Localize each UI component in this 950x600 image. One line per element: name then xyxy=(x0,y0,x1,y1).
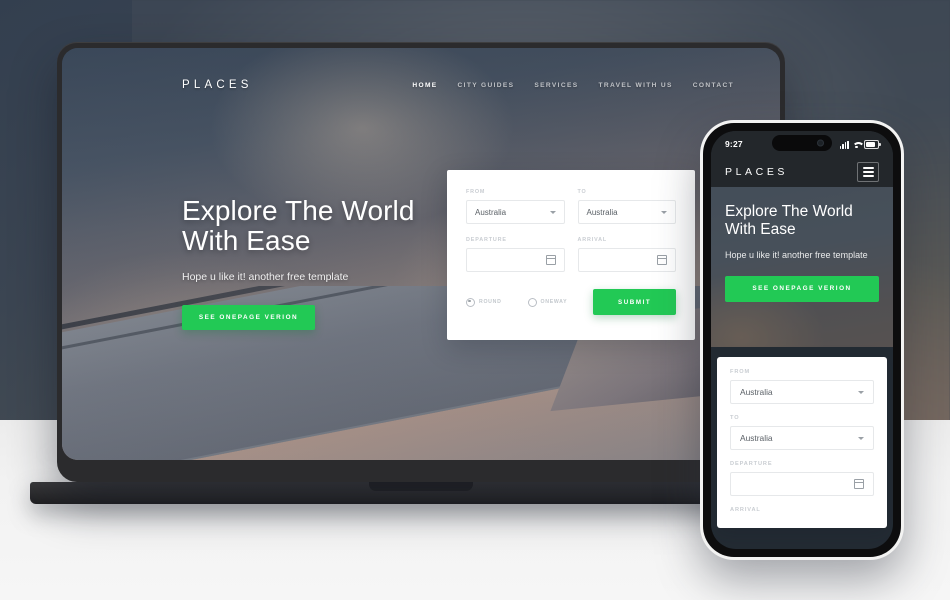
desktop-nav-links: HOME CITY GUIDES SERVICES TRAVEL WITH US… xyxy=(412,82,734,89)
mobile-hero-title: Explore The World With Ease xyxy=(725,203,879,240)
booking-row-origin: FROM Australia TO Australia xyxy=(466,189,676,224)
chevron-down-icon xyxy=(858,390,864,394)
laptop-lid: PLACES HOME CITY GUIDES SERVICES TRAVEL … xyxy=(57,42,785,482)
mobile-to-label: TO xyxy=(730,415,740,421)
mobile-departure-date-input[interactable] xyxy=(730,472,874,496)
field-arrival: ARRIVAL xyxy=(577,237,676,272)
nav-item-travel-with-us[interactable]: TRAVEL WITH US xyxy=(598,82,672,89)
mobile-to-value: Australia xyxy=(740,433,773,443)
phone-screen: 9:27 PLACES Explore The World With Ease … xyxy=(711,131,893,549)
hero-cta-button[interactable]: SEE ONEPAGE VERION xyxy=(182,305,315,331)
laptop-base xyxy=(30,482,812,504)
calendar-icon[interactable] xyxy=(657,255,667,265)
radio-round-label: ROUND xyxy=(479,299,502,305)
field-departure: DEPARTURE xyxy=(466,237,565,272)
mobile-site-logo[interactable]: PLACES xyxy=(725,166,788,178)
from-label: FROM xyxy=(466,189,486,195)
status-bar-icons xyxy=(839,139,881,149)
mobile-navbar: PLACES xyxy=(711,157,893,187)
site-logo[interactable]: PLACES xyxy=(182,79,253,91)
phone-status-bar: 9:27 xyxy=(711,131,893,157)
radio-round-trip[interactable]: ROUND xyxy=(466,297,502,307)
mobile-hero-copy: Explore The World With Ease Hope u like … xyxy=(725,203,879,302)
field-from: FROM Australia xyxy=(466,189,565,224)
mobile-hero: Explore The World With Ease Hope u like … xyxy=(711,187,893,347)
radio-oneway-label: ONEWAY xyxy=(540,299,568,305)
radio-dot-icon xyxy=(527,297,537,307)
field-to: TO Australia xyxy=(577,189,676,224)
dynamic-island xyxy=(772,135,832,151)
radio-oneway-trip[interactable]: ONEWAY xyxy=(527,297,568,307)
mockup-scene: PLACES HOME CITY GUIDES SERVICES TRAVEL … xyxy=(0,0,950,600)
hamburger-menu-icon[interactable] xyxy=(857,162,879,182)
mobile-from-label: FROM xyxy=(730,369,751,375)
wifi-icon xyxy=(852,141,861,149)
arrival-label: ARRIVAL xyxy=(577,237,608,243)
to-label: TO xyxy=(577,189,587,195)
mobile-booking-form: FROM Australia TO Australia DEPARTURE AR… xyxy=(717,357,887,528)
chevron-down-icon xyxy=(549,210,556,214)
calendar-icon[interactable] xyxy=(854,479,864,489)
front-camera-icon xyxy=(817,139,824,147)
phone-device: 9:27 PLACES Explore The World With Ease … xyxy=(700,120,904,560)
desktop-website: PLACES HOME CITY GUIDES SERVICES TRAVEL … xyxy=(62,48,780,460)
mobile-hero-cta-button[interactable]: SEE ONEPAGE VERION xyxy=(725,275,879,302)
to-select[interactable]: Australia xyxy=(577,200,676,224)
desktop-navbar: PLACES HOME CITY GUIDES SERVICES TRAVEL … xyxy=(62,70,780,100)
from-select[interactable]: Australia xyxy=(466,200,565,224)
chevron-down-icon xyxy=(661,210,667,214)
arrival-date-input[interactable] xyxy=(577,248,676,272)
calendar-icon[interactable] xyxy=(545,255,556,265)
mobile-hero-title-line-1: Explore The World xyxy=(725,203,853,220)
laptop-screen: PLACES HOME CITY GUIDES SERVICES TRAVEL … xyxy=(62,48,780,460)
mobile-hero-subtitle: Hope u like it! another free template xyxy=(725,249,868,260)
mobile-arrival-label: ARRIVAL xyxy=(730,507,761,513)
laptop-device: PLACES HOME CITY GUIDES SERVICES TRAVEL … xyxy=(30,42,812,504)
nav-item-home[interactable]: HOME xyxy=(412,82,437,89)
battery-icon xyxy=(864,139,881,149)
to-value: Australia xyxy=(586,207,618,217)
phone-outer-frame: 9:27 PLACES Explore The World With Ease … xyxy=(700,120,904,560)
mobile-from-value: Australia xyxy=(740,387,773,397)
mobile-from-select[interactable]: Australia xyxy=(730,380,874,404)
from-value: Australia xyxy=(475,207,507,217)
cellular-signal-icon xyxy=(839,140,849,149)
mobile-hero-title-line-2: With Ease xyxy=(725,221,796,239)
mobile-to-select[interactable]: Australia xyxy=(730,426,874,450)
phone-bezel: 9:27 PLACES Explore The World With Ease … xyxy=(703,123,901,557)
booking-row-dates: DEPARTURE ARRIVAL xyxy=(466,237,676,272)
booking-form-card: FROM Australia TO Australia DEPARTURE AR… xyxy=(447,170,695,340)
status-bar-time: 9:27 xyxy=(725,139,743,149)
laptop-notch xyxy=(369,482,473,491)
departure-label: DEPARTURE xyxy=(466,237,507,243)
nav-item-contact[interactable]: CONTACT xyxy=(693,82,734,89)
departure-date-input[interactable] xyxy=(466,248,565,272)
nav-item-services[interactable]: SERVICES xyxy=(534,82,578,89)
submit-button[interactable]: SUBMIT xyxy=(593,289,676,315)
radio-dot-icon xyxy=(466,297,475,307)
booking-row-actions: ROUND ONEWAY SUBMIT xyxy=(466,289,676,315)
chevron-down-icon xyxy=(858,436,864,440)
nav-item-city-guides[interactable]: CITY GUIDES xyxy=(458,82,515,89)
mobile-departure-label: DEPARTURE xyxy=(730,461,773,467)
